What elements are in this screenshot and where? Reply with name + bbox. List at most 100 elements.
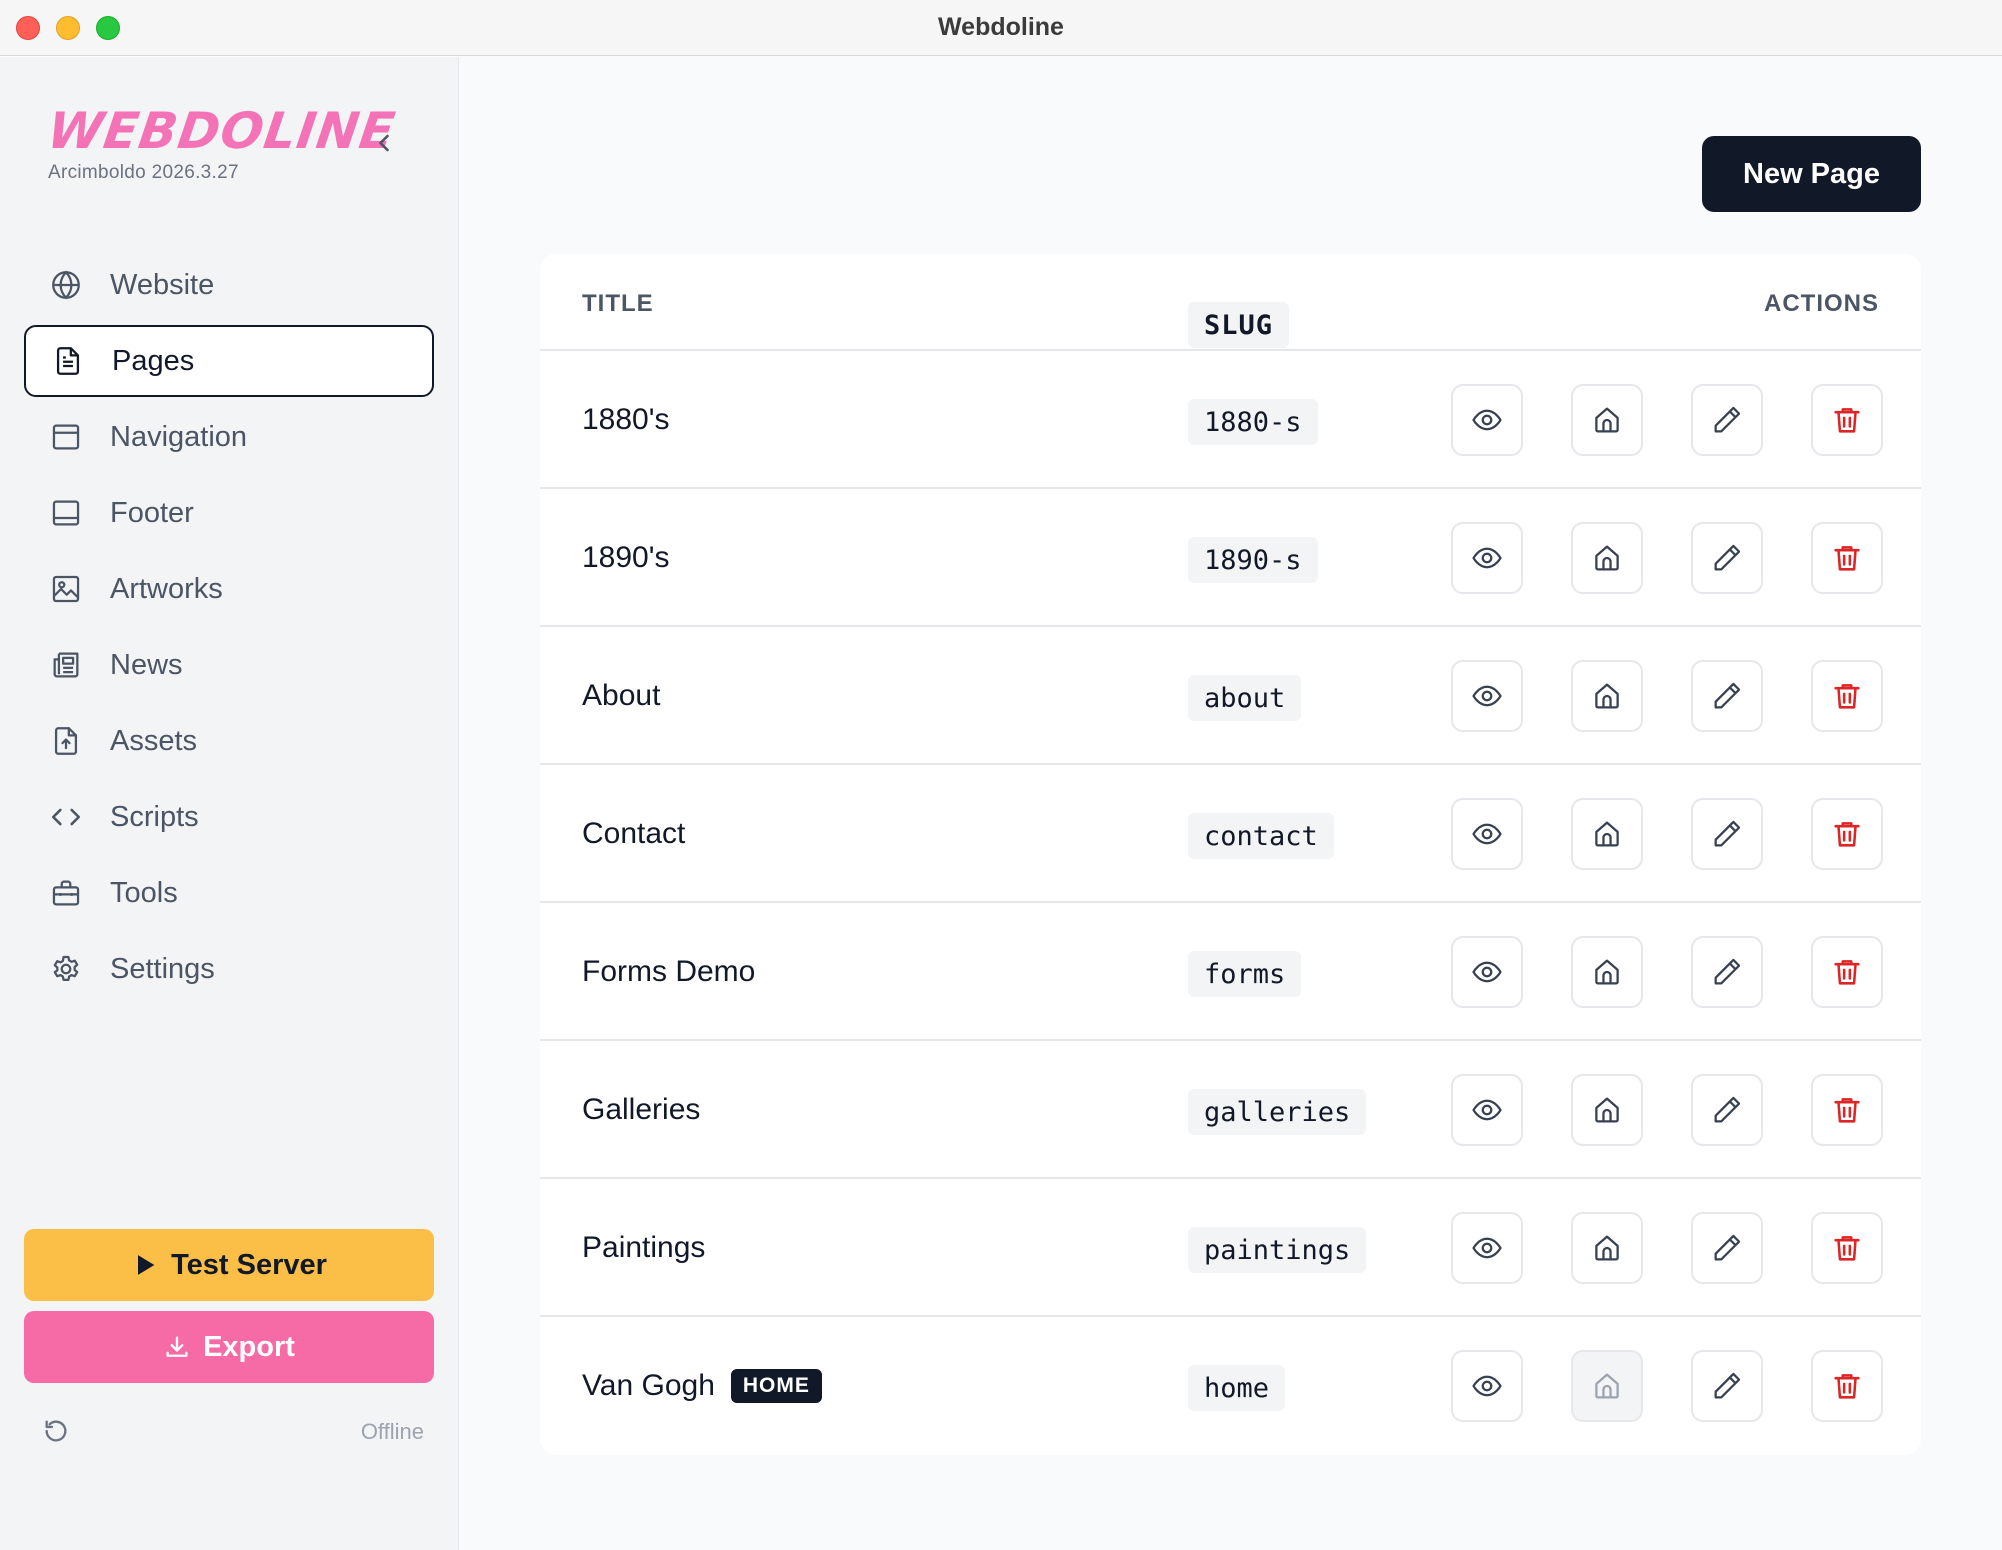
page-title-cell: About [582,627,660,765]
page-title-cell: Galleries [582,1041,700,1179]
delete-page-button[interactable] [1811,660,1883,732]
home-icon [1595,407,1619,433]
edit-page-button[interactable] [1691,384,1763,456]
edit-page-button[interactable] [1691,1074,1763,1146]
pencil-icon [1714,958,1741,985]
page-slug: 1880-s [1188,399,1318,445]
trash-icon [1834,960,1860,985]
sidebar-item-label: Footer [110,496,194,529]
home-icon [1595,959,1619,985]
sidebar-item-pages[interactable]: Pages [24,325,434,397]
table-row: 1890's 1890-s [540,489,1921,627]
brand: WEBDOLINE Arcimboldo 2026.3.27 [44,102,399,184]
pencil-icon [1714,406,1741,433]
connection-status: Offline [360,1419,424,1444]
set-home-button[interactable] [1571,1350,1643,1422]
home-icon [1595,821,1619,847]
delete-page-button[interactable] [1811,384,1883,456]
sidebar: WEBDOLINE Arcimboldo 2026.3.27 Website P… [0,57,459,1550]
table-row: Galleries galleries [540,1041,1921,1179]
title-bar: Webdoline [0,0,2002,56]
sidebar-item-tools[interactable]: Tools [24,857,434,929]
set-home-button[interactable] [1571,1074,1643,1146]
page-title: Van Gogh [582,1369,715,1402]
sidebar-item-navigation[interactable]: Navigation [24,401,434,473]
trash-icon [1834,1374,1860,1399]
page-title-cell: Contact [582,765,685,903]
page-slug: contact [1188,813,1334,859]
set-home-button[interactable] [1571,936,1643,1008]
set-home-button[interactable] [1571,522,1643,594]
newspaper-icon [48,647,84,683]
delete-page-button[interactable] [1811,798,1883,870]
pencil-icon [1714,820,1741,847]
view-page-button[interactable] [1451,798,1523,870]
table-row: Forms Demo forms [540,903,1921,1041]
zoom-window-button[interactable] [96,16,120,40]
sidebar-item-label: Website [110,268,215,301]
trash-icon [1834,1236,1860,1261]
page-slug: home [1188,1365,1286,1411]
main-content: New Page TITLE SLUG ACTIONS 1880's 1880-… [460,57,2002,1550]
view-page-button[interactable] [1451,1212,1523,1284]
set-home-button[interactable] [1571,1212,1643,1284]
minimize-window-button[interactable] [56,16,80,40]
set-home-button[interactable] [1571,798,1643,870]
view-page-button[interactable] [1451,936,1523,1008]
page-title-cell: Forms Demo [582,903,755,1041]
pencil-icon [1714,1372,1741,1399]
edit-page-button[interactable] [1691,1212,1763,1284]
column-header-title: TITLE [582,290,654,317]
edit-page-button[interactable] [1691,798,1763,870]
set-home-button[interactable] [1571,384,1643,456]
delete-page-button[interactable] [1811,522,1883,594]
table-row: 1880's 1880-s [540,351,1921,489]
new-page-button[interactable]: New Page [1702,136,1921,212]
play-icon [131,1250,161,1280]
sidebar-item-assets[interactable]: Assets [24,705,434,777]
delete-page-button[interactable] [1811,1074,1883,1146]
column-header-slug: SLUG [1188,302,1290,348]
table-row: About about [540,627,1921,765]
home-badge: HOME [730,1369,822,1403]
sidebar-item-news[interactable]: News [24,629,434,701]
view-page-button[interactable] [1451,1350,1523,1422]
toolbox-icon [48,875,84,911]
view-page-button[interactable] [1451,522,1523,594]
edit-page-button[interactable] [1691,660,1763,732]
test-server-button[interactable]: Test Server [24,1229,434,1301]
table-row: Van Gogh HOME home [540,1317,1921,1455]
sidebar-item-settings[interactable]: Settings [24,933,434,1005]
delete-page-button[interactable] [1811,936,1883,1008]
set-home-button[interactable] [1571,660,1643,732]
sidebar-item-footer[interactable]: Footer [24,477,434,549]
gear-icon [48,951,84,987]
refresh-icon [45,1420,67,1442]
sidebar-item-scripts[interactable]: Scripts [24,781,434,853]
sidebar-item-artworks[interactable]: Artworks [24,553,434,625]
sidebar-item-label: Tools [110,876,178,909]
home-icon [1595,545,1619,571]
refresh-button[interactable] [42,1417,70,1445]
trash-icon [1834,1098,1860,1123]
view-page-button[interactable] [1451,660,1523,732]
edit-page-button[interactable] [1691,1350,1763,1422]
page-title-cell: Paintings [582,1179,705,1317]
sidebar-item-website[interactable]: Website [24,249,434,321]
pencil-icon [1714,1234,1741,1261]
view-page-button[interactable] [1451,384,1523,456]
pencil-icon [1714,544,1741,571]
collapse-sidebar-button[interactable] [370,129,398,157]
sidebar-item-label: Assets [110,724,198,757]
eye-icon [1472,823,1502,845]
export-button[interactable]: Export [24,1311,434,1383]
delete-page-button[interactable] [1811,1212,1883,1284]
delete-page-button[interactable] [1811,1350,1883,1422]
view-page-button[interactable] [1451,1074,1523,1146]
sidebar-nav: Website Pages Navigation Footer Artworks… [24,249,434,1009]
home-icon [1595,1235,1619,1261]
close-window-button[interactable] [16,16,40,40]
edit-page-button[interactable] [1691,936,1763,1008]
table-row: Paintings paintings [540,1179,1921,1317]
edit-page-button[interactable] [1691,522,1763,594]
